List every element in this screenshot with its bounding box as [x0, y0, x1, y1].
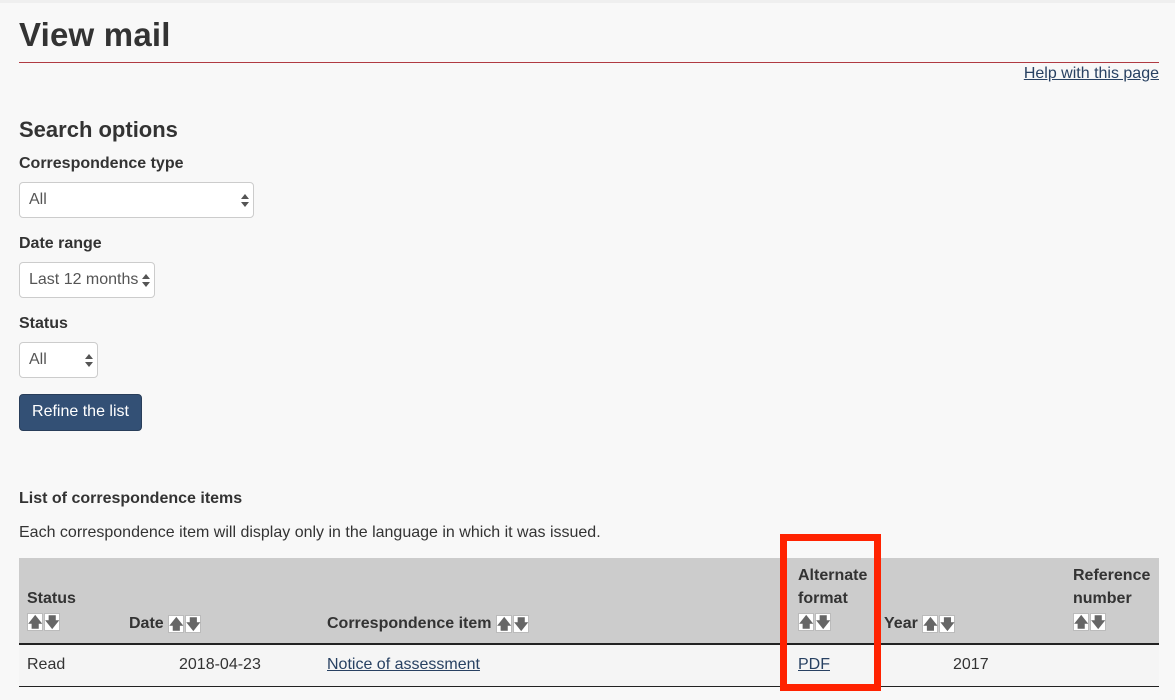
table-header: Status 🡅 🡇 Date 🡅 🡇 Correspondence item 🡅 🡇…	[19, 558, 1159, 645]
search-options-heading: Search options	[19, 117, 178, 142]
column-header-label: Date	[129, 615, 164, 632]
column-header-label-line2: number	[1073, 590, 1132, 607]
page-title: View mail	[19, 16, 171, 53]
correspondence-type-select[interactable]: All	[19, 182, 254, 218]
arrow-down-icon[interactable]: 🡇	[512, 615, 529, 634]
status-label: Status	[19, 315, 68, 332]
arrow-up-icon[interactable]: 🡅	[168, 615, 185, 634]
table-row: Read 2018-04-23 Notice of assessment PDF…	[19, 645, 1159, 687]
language-note: Each correspondence item will display on…	[19, 524, 601, 541]
arrow-down-icon[interactable]: 🡇	[1090, 613, 1106, 632]
column-header-label: Status	[27, 590, 76, 607]
arrow-down-icon[interactable]: 🡇	[185, 615, 202, 634]
column-header-year: Year 🡅 🡇	[884, 612, 956, 635]
help-link[interactable]: Help with this page	[1024, 65, 1159, 83]
cell-date: 2018-04-23	[179, 656, 261, 673]
column-header-reference-number: Reference number 🡅 🡇	[1073, 564, 1150, 633]
arrow-up-icon[interactable]: 🡅	[922, 615, 939, 634]
correspondence-item-link[interactable]: Notice of assessment	[327, 656, 480, 674]
arrow-up-icon[interactable]: 🡅	[1073, 613, 1089, 632]
column-header-label: Reference	[1073, 567, 1151, 584]
correspondence-type-value: All	[29, 191, 47, 208]
date-range-value: Last 12 months	[29, 271, 139, 288]
status-value: All	[29, 351, 47, 368]
title-divider	[19, 62, 1159, 63]
sort-controls: 🡅 🡇	[922, 612, 956, 635]
refine-list-button[interactable]: Refine the list	[19, 394, 142, 431]
date-range-label: Date range	[19, 235, 102, 252]
list-heading: List of correspondence items	[19, 490, 243, 507]
select-arrows-icon	[85, 353, 93, 369]
status-select[interactable]: All	[19, 342, 98, 378]
column-header-status: Status 🡅 🡇	[27, 587, 76, 633]
sort-controls: 🡅 🡇	[168, 612, 202, 635]
column-header-date: Date 🡅 🡇	[129, 612, 202, 635]
highlight-box	[780, 534, 881, 691]
correspondence-type-label: Correspondence type	[19, 155, 184, 172]
cell-status: Read	[27, 656, 66, 673]
date-range-select[interactable]: Last 12 months	[19, 262, 155, 298]
sort-controls: 🡅 🡇	[27, 610, 61, 633]
sort-controls: 🡅 🡇	[1073, 610, 1107, 633]
arrow-down-icon[interactable]: 🡇	[939, 615, 956, 634]
cell-year: 2017	[953, 656, 989, 673]
select-arrows-icon	[241, 193, 249, 209]
arrow-down-icon[interactable]: 🡇	[44, 613, 60, 632]
sort-controls: 🡅 🡇	[495, 612, 530, 635]
select-arrows-icon	[142, 273, 150, 289]
arrow-up-icon[interactable]: 🡅	[27, 613, 43, 632]
top-strip	[0, 0, 1175, 3]
column-header-correspondence-item: Correspondence item 🡅 🡇	[327, 612, 530, 635]
column-header-label: Correspondence item	[327, 615, 492, 632]
arrow-up-icon[interactable]: 🡅	[495, 615, 512, 634]
column-header-label: Year	[884, 615, 918, 632]
